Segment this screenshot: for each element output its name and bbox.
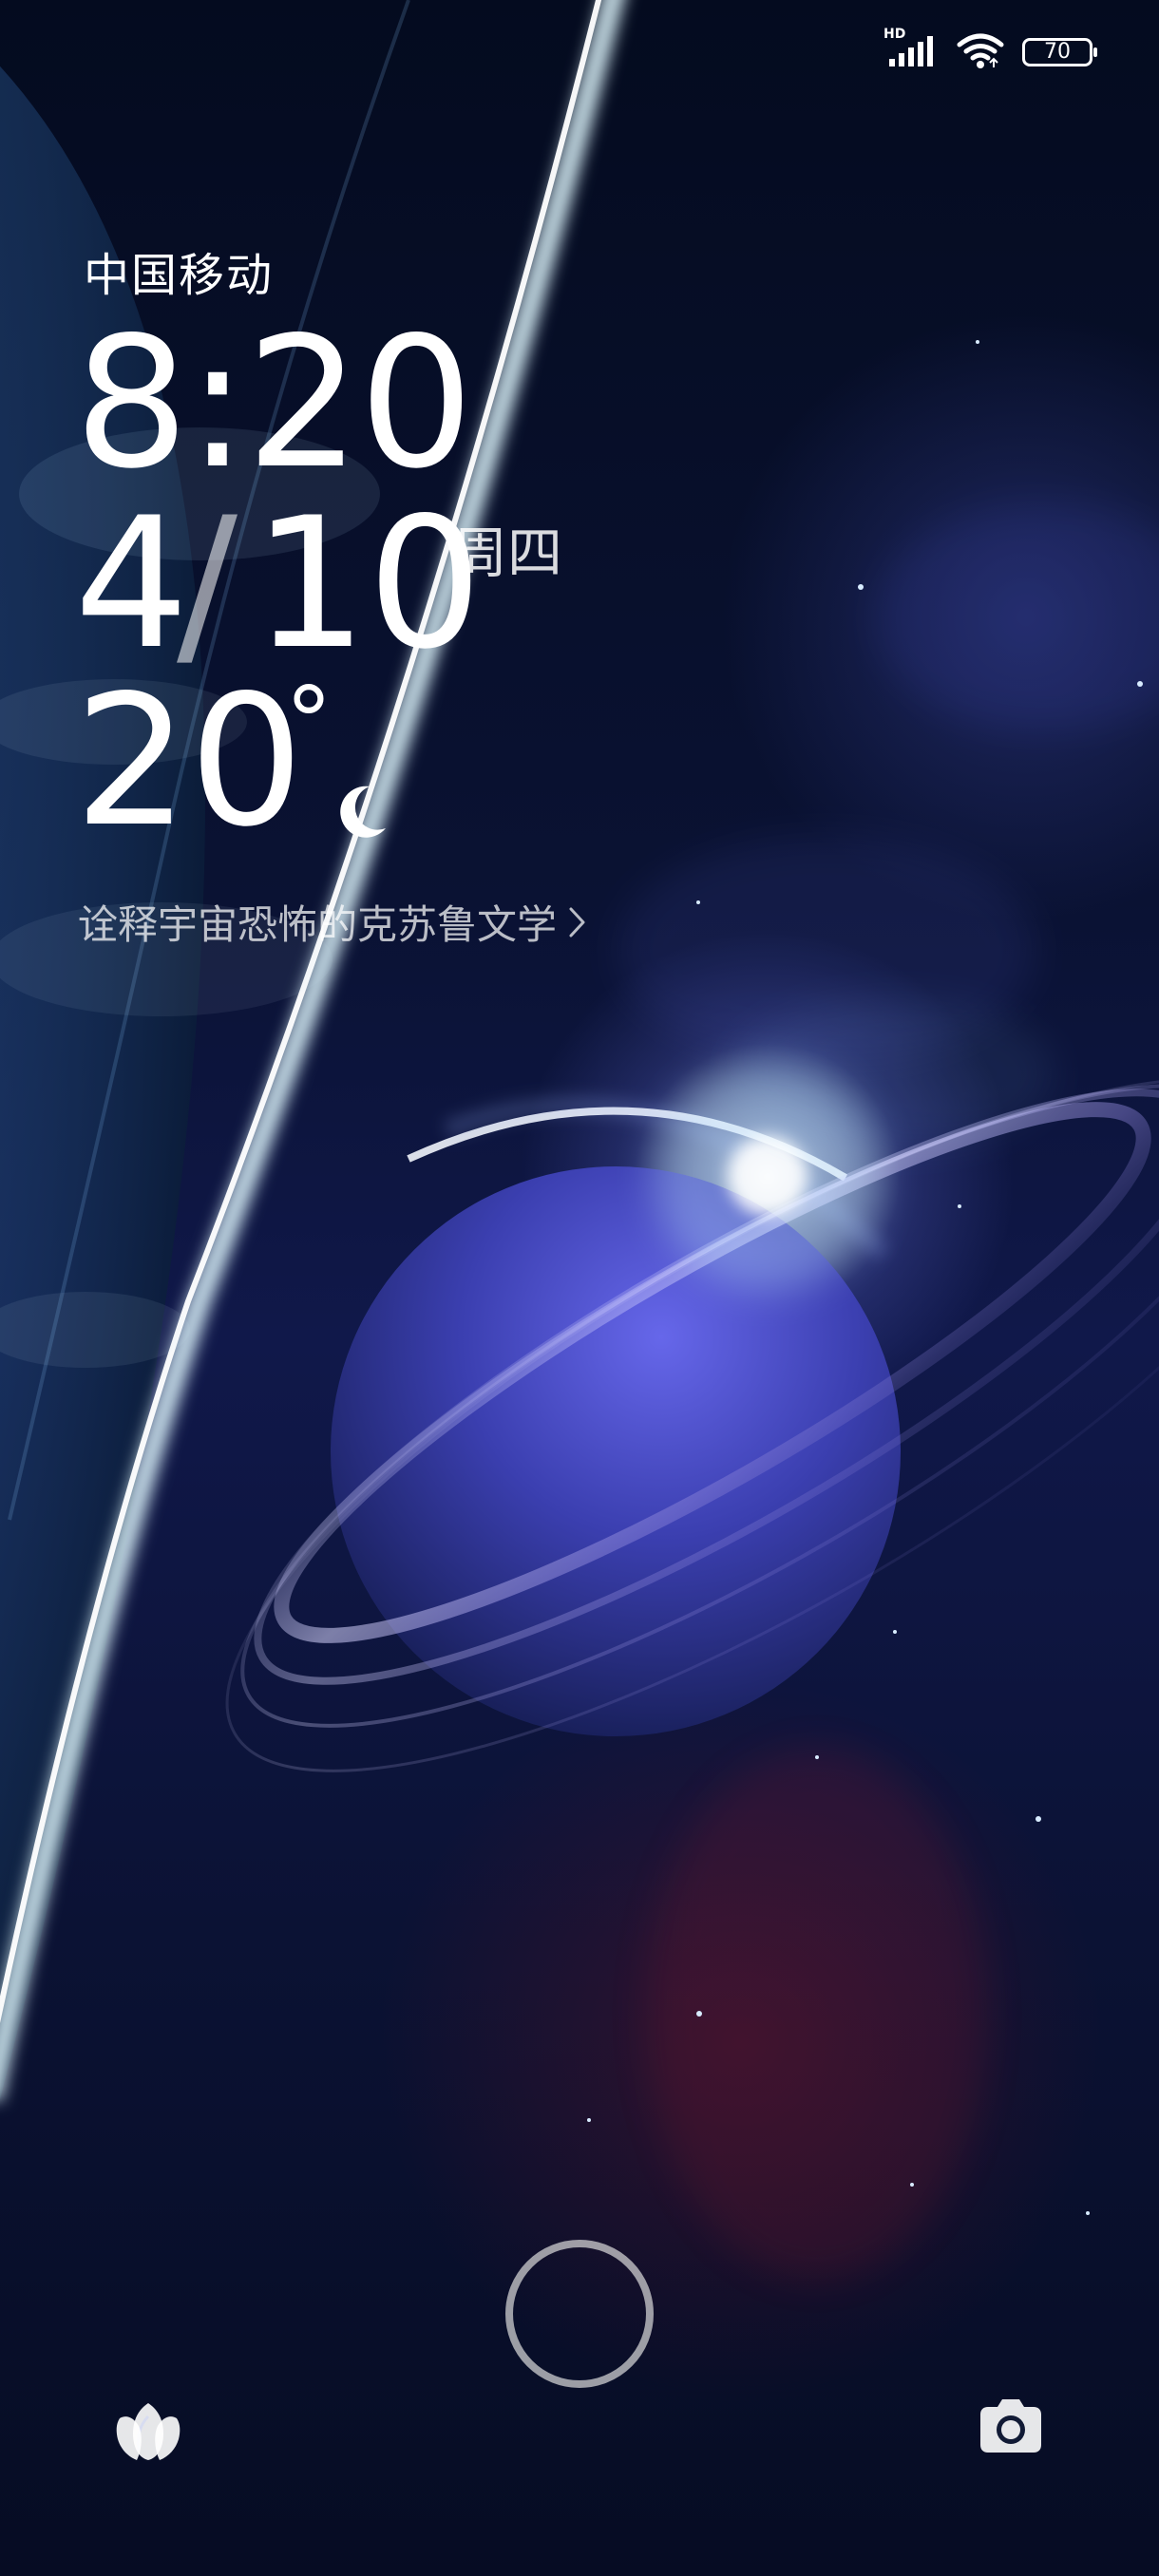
battery-percent: 70 — [1044, 40, 1071, 64]
time-display: 8:20 — [74, 298, 474, 508]
battery-indicator: 70 — [1022, 38, 1097, 66]
date-month: 4 — [74, 479, 189, 689]
date-day: 10 — [253, 479, 483, 689]
carrier-name: 中国移动 — [84, 249, 275, 302]
tulip-icon[interactable] — [110, 2396, 186, 2468]
camera-icon[interactable] — [973, 2390, 1049, 2458]
wifi-icon — [957, 33, 1004, 68]
crescent-moon-icon — [340, 786, 386, 838]
weekday-label: 周四 — [452, 521, 563, 585]
network-label: HD — [884, 27, 906, 42]
status-bar: HD 70 — [884, 27, 1097, 72]
chevron-right-icon — [569, 907, 585, 937]
cellular-signal: HD — [884, 27, 939, 72]
lock-screen: HD 70 中国移动 8:20 4 / 10 周四 20 ° 诠释宇宙恐怖的克苏… — [0, 0, 1159, 2576]
temperature-value: 20 — [74, 656, 304, 866]
story-title: 诠释宇宙恐怖的克苏鲁文学 — [78, 901, 558, 948]
story-link[interactable]: 诠释宇宙恐怖的克苏鲁文学 — [78, 893, 589, 951]
unlock-ring[interactable] — [505, 2240, 654, 2388]
date-slash: / — [177, 479, 238, 689]
temperature-unit: ° — [285, 666, 332, 777]
